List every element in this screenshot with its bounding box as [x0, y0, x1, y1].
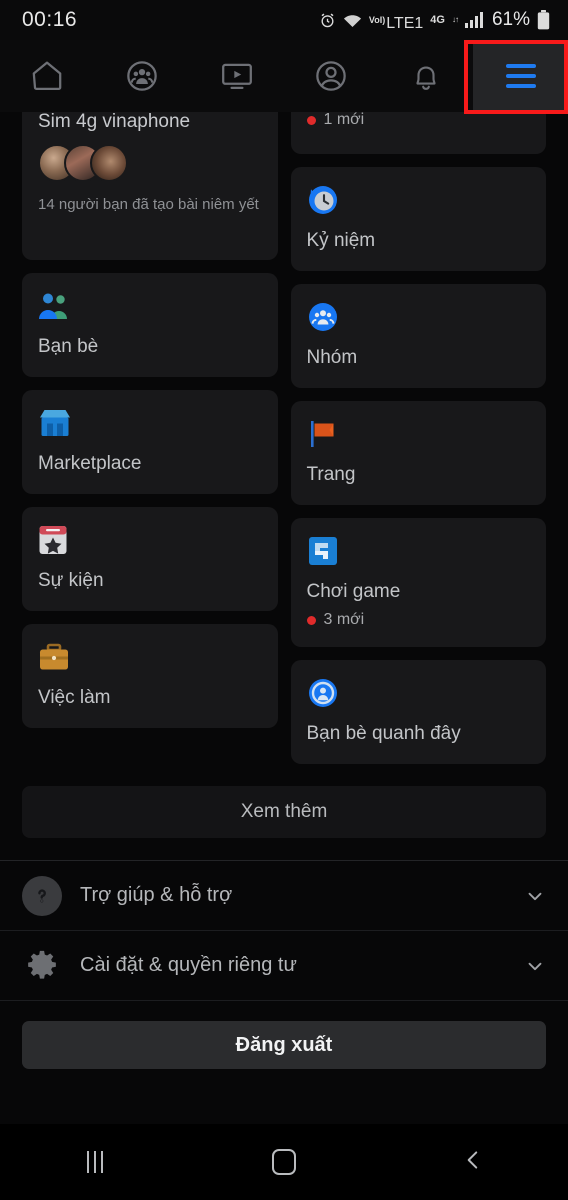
- nav-tab-groups[interactable]: [95, 40, 190, 112]
- shortcut-label: Trang: [306, 464, 356, 485]
- shortcut-label: Việc làm: [38, 687, 111, 708]
- avatar: [90, 144, 128, 182]
- system-back-button[interactable]: [379, 1147, 568, 1178]
- alarm-icon: [319, 12, 336, 29]
- shortcut-card-hen-ho[interactable]: Hẹn hò 1 mới: [290, 112, 546, 154]
- marketplace-store-icon: [38, 406, 262, 440]
- new-dot-icon: [306, 615, 316, 625]
- memories-clock-icon: [307, 183, 531, 217]
- shortcut-card-trang[interactable]: Trang: [290, 401, 546, 505]
- shortcut-label: Bạn bè quanh đây: [306, 723, 461, 744]
- nav-tab-profile[interactable]: [284, 40, 379, 112]
- shortcut-label: Nhóm: [306, 347, 358, 368]
- see-more-wrapper: Xem thêm: [0, 764, 568, 838]
- hamburger-menu-icon: [505, 64, 536, 88]
- shortcut-card-nhom[interactable]: Nhóm: [290, 284, 546, 388]
- system-navigation-bar: [0, 1124, 568, 1200]
- shortcut-column-right: Hẹn hò 1 mới Kỷ: [290, 112, 546, 764]
- shortcut-card-ky-niem[interactable]: Kỷ niệm: [290, 167, 546, 271]
- person-circle-icon: [313, 58, 349, 94]
- status-bar: 00:16 VoI) LTE1 4G ↓↑ 61%: [0, 0, 568, 40]
- suggestion-avatars: [38, 144, 262, 182]
- pages-flag-icon: [307, 417, 531, 451]
- shortcut-badge-label: 3 mới: [323, 611, 365, 628]
- shortcut-card-su-kien[interactable]: Sự kiện: [22, 507, 278, 611]
- wifi-icon: [343, 13, 362, 28]
- chevron-down-icon[interactable]: [524, 885, 546, 907]
- shortcut-card-ban-be[interactable]: Bạn bè: [22, 273, 278, 377]
- shortcut-label: Kỷ niệm: [306, 230, 376, 251]
- nav-tab-notifications[interactable]: [379, 40, 474, 112]
- volte-lte-label: LTE1: [386, 14, 424, 32]
- shortcut-badge: 3 mới: [306, 611, 531, 629]
- system-home-button[interactable]: [189, 1149, 378, 1175]
- back-chevron-icon: [460, 1147, 486, 1178]
- friends-icon: [38, 289, 262, 323]
- see-more-button[interactable]: Xem thêm: [22, 786, 546, 838]
- settings-row-label: Cài đặt & quyền riêng tư: [80, 954, 297, 976]
- gear-icon: [22, 946, 62, 986]
- home-square-icon: [271, 1149, 296, 1175]
- shortcut-label: Chơi game: [306, 581, 401, 602]
- logout-label: Đăng xuất: [235, 1033, 333, 1056]
- bell-icon: [409, 59, 443, 93]
- nearby-friends-icon: [307, 676, 531, 710]
- home-icon: [29, 58, 65, 94]
- logout-wrapper: Đăng xuất: [0, 1001, 568, 1069]
- shortcut-card-marketplace[interactable]: Marketplace: [22, 390, 278, 494]
- gaming-icon: [307, 534, 531, 568]
- shortcut-column-left: Gợi ý cho bạn Sim 4g vinaphone 14 người …: [22, 112, 278, 728]
- shortcut-label: Bạn bè: [38, 336, 99, 357]
- suggestion-title: Sim 4g vinaphone: [38, 112, 191, 132]
- volte-label-top: VoI): [368, 14, 386, 25]
- top-navigation-bar: [0, 40, 568, 114]
- groups-circle-icon: [124, 58, 160, 94]
- settings-row-settings-privacy[interactable]: Cài đặt & quyền riêng tư: [0, 931, 568, 1001]
- suggestion-card[interactable]: Gợi ý cho bạn Sim 4g vinaphone 14 người …: [22, 112, 278, 260]
- chevron-down-icon[interactable]: [524, 955, 546, 977]
- shortcut-card-ban-be-quanh-day[interactable]: Bạn bè quanh đây: [290, 660, 546, 764]
- shortcut-badge-label: 1 mới: [323, 112, 365, 128]
- menu-body[interactable]: Gợi ý cho bạn Sim 4g vinaphone 14 người …: [0, 112, 568, 1124]
- volte-icon: VoI): [368, 14, 386, 25]
- shortcut-label: Sự kiện: [38, 570, 104, 591]
- groups-icon: [307, 300, 531, 334]
- see-more-label: Xem thêm: [240, 801, 328, 822]
- events-calendar-icon: [38, 523, 262, 557]
- status-icons: VoI) LTE1 4G ↓↑ 61%: [319, 8, 550, 33]
- nav-tab-watch[interactable]: [189, 40, 284, 112]
- shortcut-card-choi-game[interactable]: Chơi game 3 mới: [290, 518, 546, 647]
- recents-icon: [86, 1151, 103, 1173]
- video-play-icon: [219, 58, 255, 94]
- logout-button[interactable]: Đăng xuất: [22, 1021, 546, 1069]
- data-arrows-icon: ↓↑: [451, 15, 459, 24]
- suggestion-meta: 14 người bạn đã tạo bài niêm yết: [38, 196, 259, 213]
- jobs-briefcase-icon: [38, 640, 262, 674]
- shortcut-grid: Gợi ý cho bạn Sim 4g vinaphone 14 người …: [0, 112, 568, 764]
- nav-tab-home[interactable]: [0, 40, 95, 112]
- network-type-label: 4G: [430, 13, 445, 26]
- nav-tab-menu[interactable]: [473, 40, 568, 112]
- shortcut-card-viec-lam[interactable]: Việc làm: [22, 624, 278, 728]
- battery-icon: [537, 10, 550, 30]
- shortcut-label: Marketplace: [38, 453, 142, 474]
- settings-row-help[interactable]: Trợ giúp & hỗ trợ: [0, 861, 568, 931]
- signal-bars-icon: [464, 12, 485, 28]
- status-time: 00:16: [22, 8, 78, 31]
- system-recents-button[interactable]: [0, 1151, 189, 1173]
- shortcut-badge: 1 mới: [306, 112, 531, 129]
- phone-screen: 00:16 VoI) LTE1 4G ↓↑ 61% Sim 4g vinapho…: [0, 0, 568, 1200]
- help-question-icon: [22, 875, 62, 916]
- settings-row-label: Trợ giúp & hỗ trợ: [80, 884, 233, 906]
- battery-percent-label: 61%: [491, 9, 530, 30]
- new-dot-icon: [306, 115, 316, 125]
